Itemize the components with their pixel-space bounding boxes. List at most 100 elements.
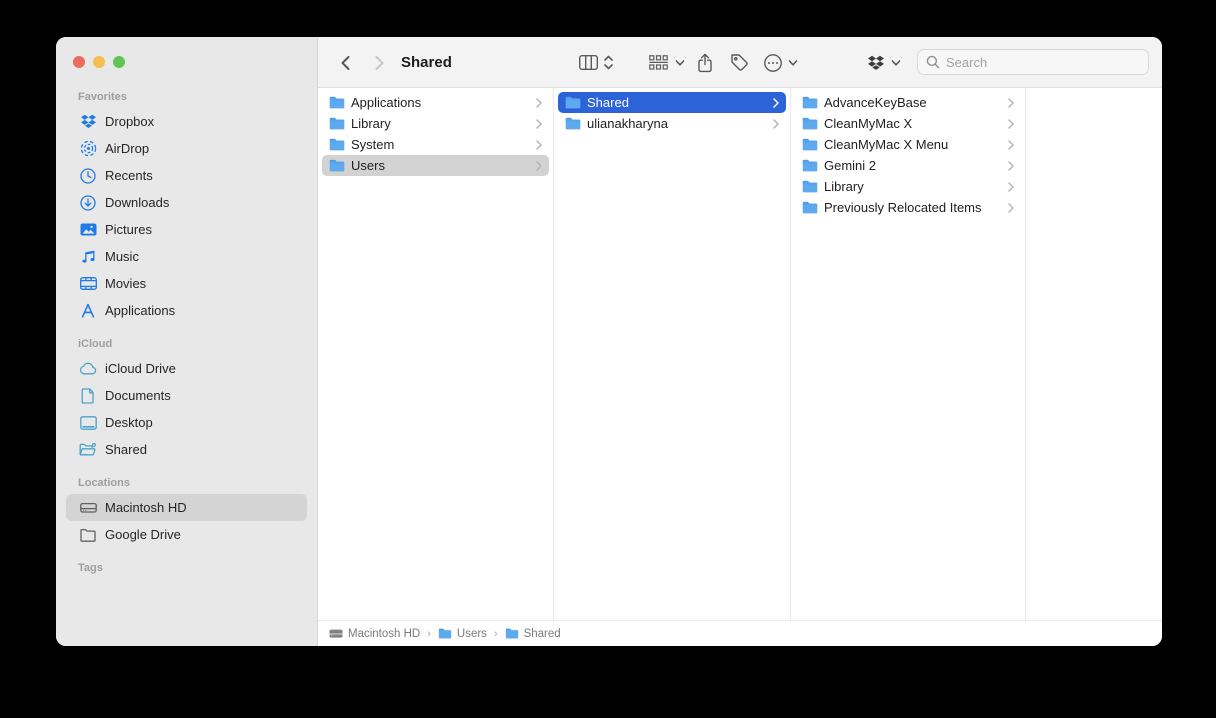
column-item-shared[interactable]: Shared — [558, 92, 786, 113]
column-item-library[interactable]: Library — [322, 113, 549, 134]
folder-icon — [565, 96, 581, 109]
sidebar-section-locations: Locations Macintosh HD Google Drive — [56, 472, 317, 548]
sidebar-section-header: Tags — [56, 557, 317, 579]
column-item-label: ulianakharyna — [587, 116, 668, 131]
share-icon — [697, 53, 713, 73]
column-item-label: Applications — [351, 95, 421, 110]
zoom-button[interactable] — [113, 56, 125, 68]
search-field[interactable] — [917, 49, 1149, 75]
sidebar-item-shared[interactable]: Shared — [66, 436, 307, 463]
dropbox-icon — [78, 114, 98, 129]
sidebar-item-label: AirDrop — [105, 141, 149, 156]
folder-icon — [329, 117, 345, 130]
forward-button[interactable] — [368, 37, 390, 88]
chevron-down-icon — [675, 59, 685, 67]
folder-icon — [802, 117, 818, 130]
search-input[interactable] — [946, 55, 1140, 70]
column-item-library[interactable]: Library — [795, 176, 1021, 197]
group-by-button[interactable] — [646, 37, 670, 88]
desktop-icon — [78, 416, 98, 430]
folder-icon — [802, 180, 818, 193]
film-icon — [78, 277, 98, 290]
sidebar-item-music[interactable]: Music — [66, 243, 307, 270]
column-item-label: Library — [351, 116, 391, 131]
sidebar-item-dropbox[interactable]: Dropbox — [66, 108, 307, 135]
group-by-chevron[interactable] — [674, 37, 686, 88]
path-segment-macintosh-hd[interactable]: Macintosh HD — [329, 628, 420, 640]
shared-folder-icon — [78, 442, 98, 457]
column-view-icon — [579, 55, 598, 70]
more-actions-button[interactable] — [762, 37, 784, 88]
path-segment-users[interactable]: Users — [438, 628, 487, 640]
chevron-right-icon — [1008, 98, 1014, 108]
chevron-right-icon — [1008, 203, 1014, 213]
sidebar-item-label: Movies — [105, 276, 146, 291]
sidebar-item-google-drive[interactable]: Google Drive — [66, 521, 307, 548]
sidebar-item-downloads[interactable]: Downloads — [66, 189, 307, 216]
column-item-advancekeybase[interactable]: AdvanceKeyBase — [795, 92, 1021, 113]
sidebar-item-label: Shared — [105, 442, 147, 457]
sidebar-item-recents[interactable]: Recents — [66, 162, 307, 189]
chevron-right-icon — [536, 98, 542, 108]
main-area: Shared — [317, 37, 1162, 646]
sidebar-item-label: Downloads — [105, 195, 169, 210]
folder-icon — [329, 159, 345, 172]
sidebar-item-icloud-drive[interactable]: iCloud Drive — [66, 355, 307, 382]
sidebar-item-applications[interactable]: Applications — [66, 297, 307, 324]
share-button[interactable] — [695, 37, 715, 88]
close-button[interactable] — [73, 56, 85, 68]
column-item-ulianakharyna[interactable]: ulianakharyna — [558, 113, 786, 134]
sidebar-item-label: Music — [105, 249, 139, 264]
sidebar-item-label: Macintosh HD — [105, 500, 187, 515]
column-item-system[interactable]: System — [322, 134, 549, 155]
column-item-cleanmymac-x-menu[interactable]: CleanMyMac X Menu — [795, 134, 1021, 155]
sidebar-section-header: Locations — [56, 472, 317, 494]
folder-icon — [802, 138, 818, 151]
sidebar-item-documents[interactable]: Documents — [66, 382, 307, 409]
sidebar-item-desktop[interactable]: Desktop — [66, 409, 307, 436]
browser-column-3: AdvanceKeyBase CleanMyMac X CleanMyMac X M… — [791, 88, 1026, 620]
group-by-icon — [649, 55, 668, 71]
column-item-cleanmymac-x[interactable]: CleanMyMac X — [795, 113, 1021, 134]
document-icon — [78, 388, 98, 404]
sidebar-item-label: Recents — [105, 168, 153, 183]
path-segment-label: Macintosh HD — [348, 628, 420, 640]
column-browser: Applications Library SystemUsers Shared ulia… — [318, 88, 1162, 620]
chevron-right-icon — [536, 161, 542, 171]
sidebar-item-pictures[interactable]: Pictures — [66, 216, 307, 243]
sidebar: FavoritesDropboxAirDropRecentsDownloadsP… — [56, 37, 317, 646]
column-item-previously-relocated-items[interactable]: Previously Relocated Items — [795, 197, 1021, 218]
column-item-label: CleanMyMac X Menu — [824, 137, 948, 152]
more-actions-chevron[interactable] — [787, 37, 799, 88]
more-ellipsis-icon — [763, 53, 783, 73]
search-icon — [926, 55, 940, 69]
column-item-label: AdvanceKeyBase — [824, 95, 927, 110]
minimize-button[interactable] — [93, 56, 105, 68]
dropbox-toolbar-button[interactable] — [865, 37, 887, 88]
column-item-applications[interactable]: Applications — [322, 92, 549, 113]
column-item-label: CleanMyMac X — [824, 116, 912, 131]
browser-column-4 — [1026, 88, 1162, 620]
sidebar-item-macintosh-hd[interactable]: Macintosh HD — [66, 494, 307, 521]
chevron-right-icon — [374, 55, 385, 71]
dropbox-chevron[interactable] — [890, 37, 902, 88]
chevron-left-icon — [340, 55, 351, 71]
sidebar-item-movies[interactable]: Movies — [66, 270, 307, 297]
back-button[interactable] — [334, 37, 356, 88]
view-stepper-button[interactable] — [602, 37, 614, 88]
folder-icon — [565, 117, 581, 130]
chevron-right-icon — [773, 119, 779, 129]
folder-icon — [802, 96, 818, 109]
tags-button[interactable] — [728, 37, 750, 88]
download-circle-icon — [78, 195, 98, 211]
column-view-button[interactable] — [576, 37, 600, 88]
sidebar-item-airdrop[interactable]: AirDrop — [66, 135, 307, 162]
chevron-right-icon — [1008, 140, 1014, 150]
column-item-users[interactable]: Users — [322, 155, 549, 176]
sidebar-item-label: Documents — [105, 388, 171, 403]
traffic-lights — [73, 56, 125, 68]
column-item-label: Library — [824, 179, 864, 194]
folder-icon — [802, 201, 818, 214]
path-segment-shared[interactable]: Shared — [505, 628, 561, 640]
column-item-gemini-2[interactable]: Gemini 2 — [795, 155, 1021, 176]
